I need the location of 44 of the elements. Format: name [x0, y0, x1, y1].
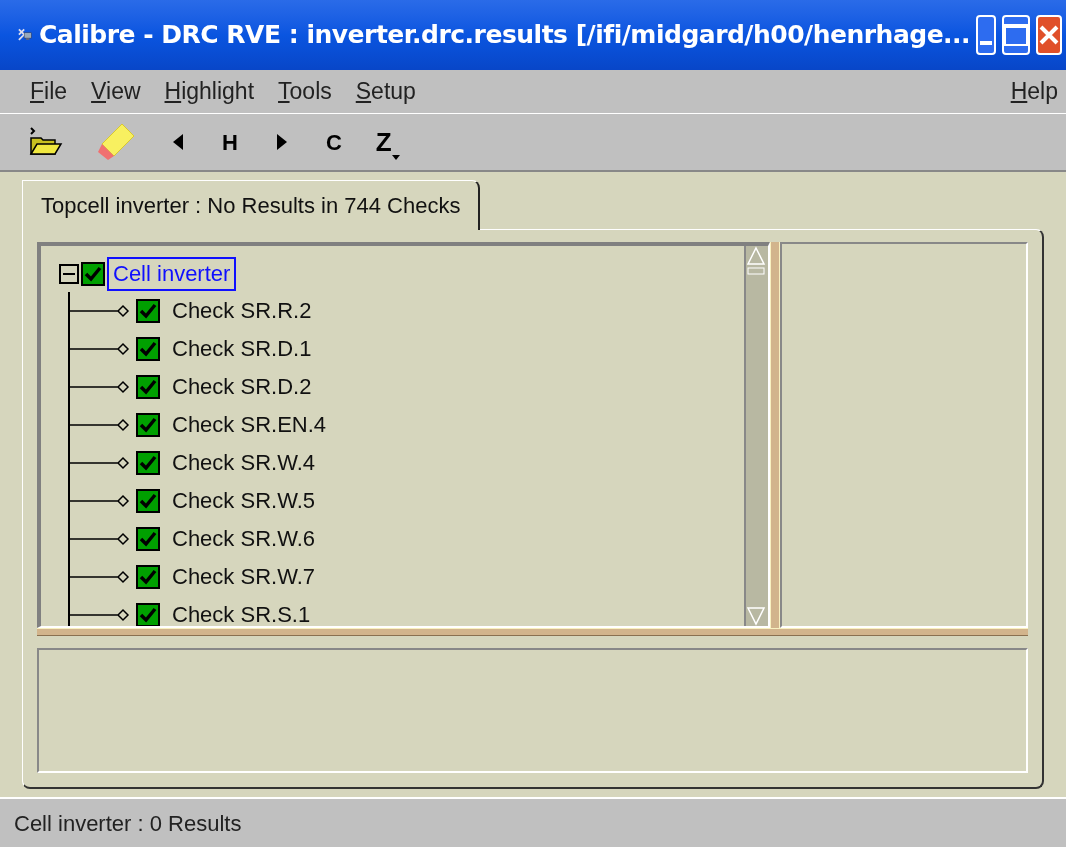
window-title: Calibre - DRC RVE : inverter.drc.results [/ifi/midgard/h00/henrhage...: [39, 19, 971, 52]
tab[interactable]: Topcell inverter : No Results in 744 Checks: [22, 180, 481, 230]
toolbar-button[interactable]: H: [220, 125, 240, 159]
checkbox[interactable]: [136, 489, 160, 513]
tree-item[interactable]: Cell inverter: [107, 257, 237, 291]
tree-item[interactable]: Check SR.D.1: [166, 332, 318, 366]
tree-item[interactable]: Check SR.D.2: [166, 370, 318, 404]
menu-item[interactable]: File: [30, 74, 68, 109]
zoom-button[interactable]: Z: [375, 122, 400, 162]
right-arrow-icon: [276, 134, 287, 150]
minimize-button[interactable]: [976, 15, 996, 55]
left-arrow-icon: [173, 134, 183, 150]
maximize-button[interactable]: [1002, 15, 1030, 55]
checkbox[interactable]: [136, 451, 160, 475]
caret-icon: [391, 154, 400, 160]
tree-item[interactable]: Check SR.W.6: [166, 522, 322, 556]
menu-item[interactable]: Tools: [278, 74, 332, 109]
menu-item[interactable]: Setup: [355, 74, 416, 109]
tree-item[interactable]: Check SR.W.7: [166, 560, 322, 594]
toolbar-button[interactable]: C: [323, 125, 344, 159]
folder-icon: [29, 126, 63, 158]
menu-item[interactable]: View: [91, 74, 141, 109]
tree-item[interactable]: Check SR.W.4: [166, 446, 322, 480]
tree-item[interactable]: Check SR.R.2: [166, 294, 318, 328]
tree-item[interactable]: Check SR.EN.4: [166, 408, 333, 442]
checkbox[interactable]: [136, 527, 160, 551]
tree-item[interactable]: Check SR.S.1: [166, 598, 317, 626]
checkbox[interactable]: [136, 299, 160, 323]
checkbox[interactable]: [136, 603, 160, 626]
splitter-handle[interactable]: [37, 628, 1028, 636]
close-icon: [1038, 24, 1060, 46]
checkbox[interactable]: [136, 337, 160, 361]
tree-item[interactable]: Check SR.W.5: [166, 484, 322, 518]
checkbox[interactable]: [136, 413, 160, 437]
status-text: Cell inverter : 0 Results: [14, 809, 242, 838]
checkbox[interactable]: [136, 375, 160, 399]
menu-item[interactable]: Help: [1010, 78, 1058, 105]
highlighter-icon: [96, 122, 136, 162]
collapse-icon[interactable]: [59, 264, 79, 284]
splitter-handle[interactable]: [770, 242, 780, 628]
close-button[interactable]: [1036, 15, 1062, 55]
checkbox[interactable]: [81, 262, 105, 286]
menu-item[interactable]: Highlight: [164, 74, 255, 109]
checkbox[interactable]: [136, 565, 160, 589]
